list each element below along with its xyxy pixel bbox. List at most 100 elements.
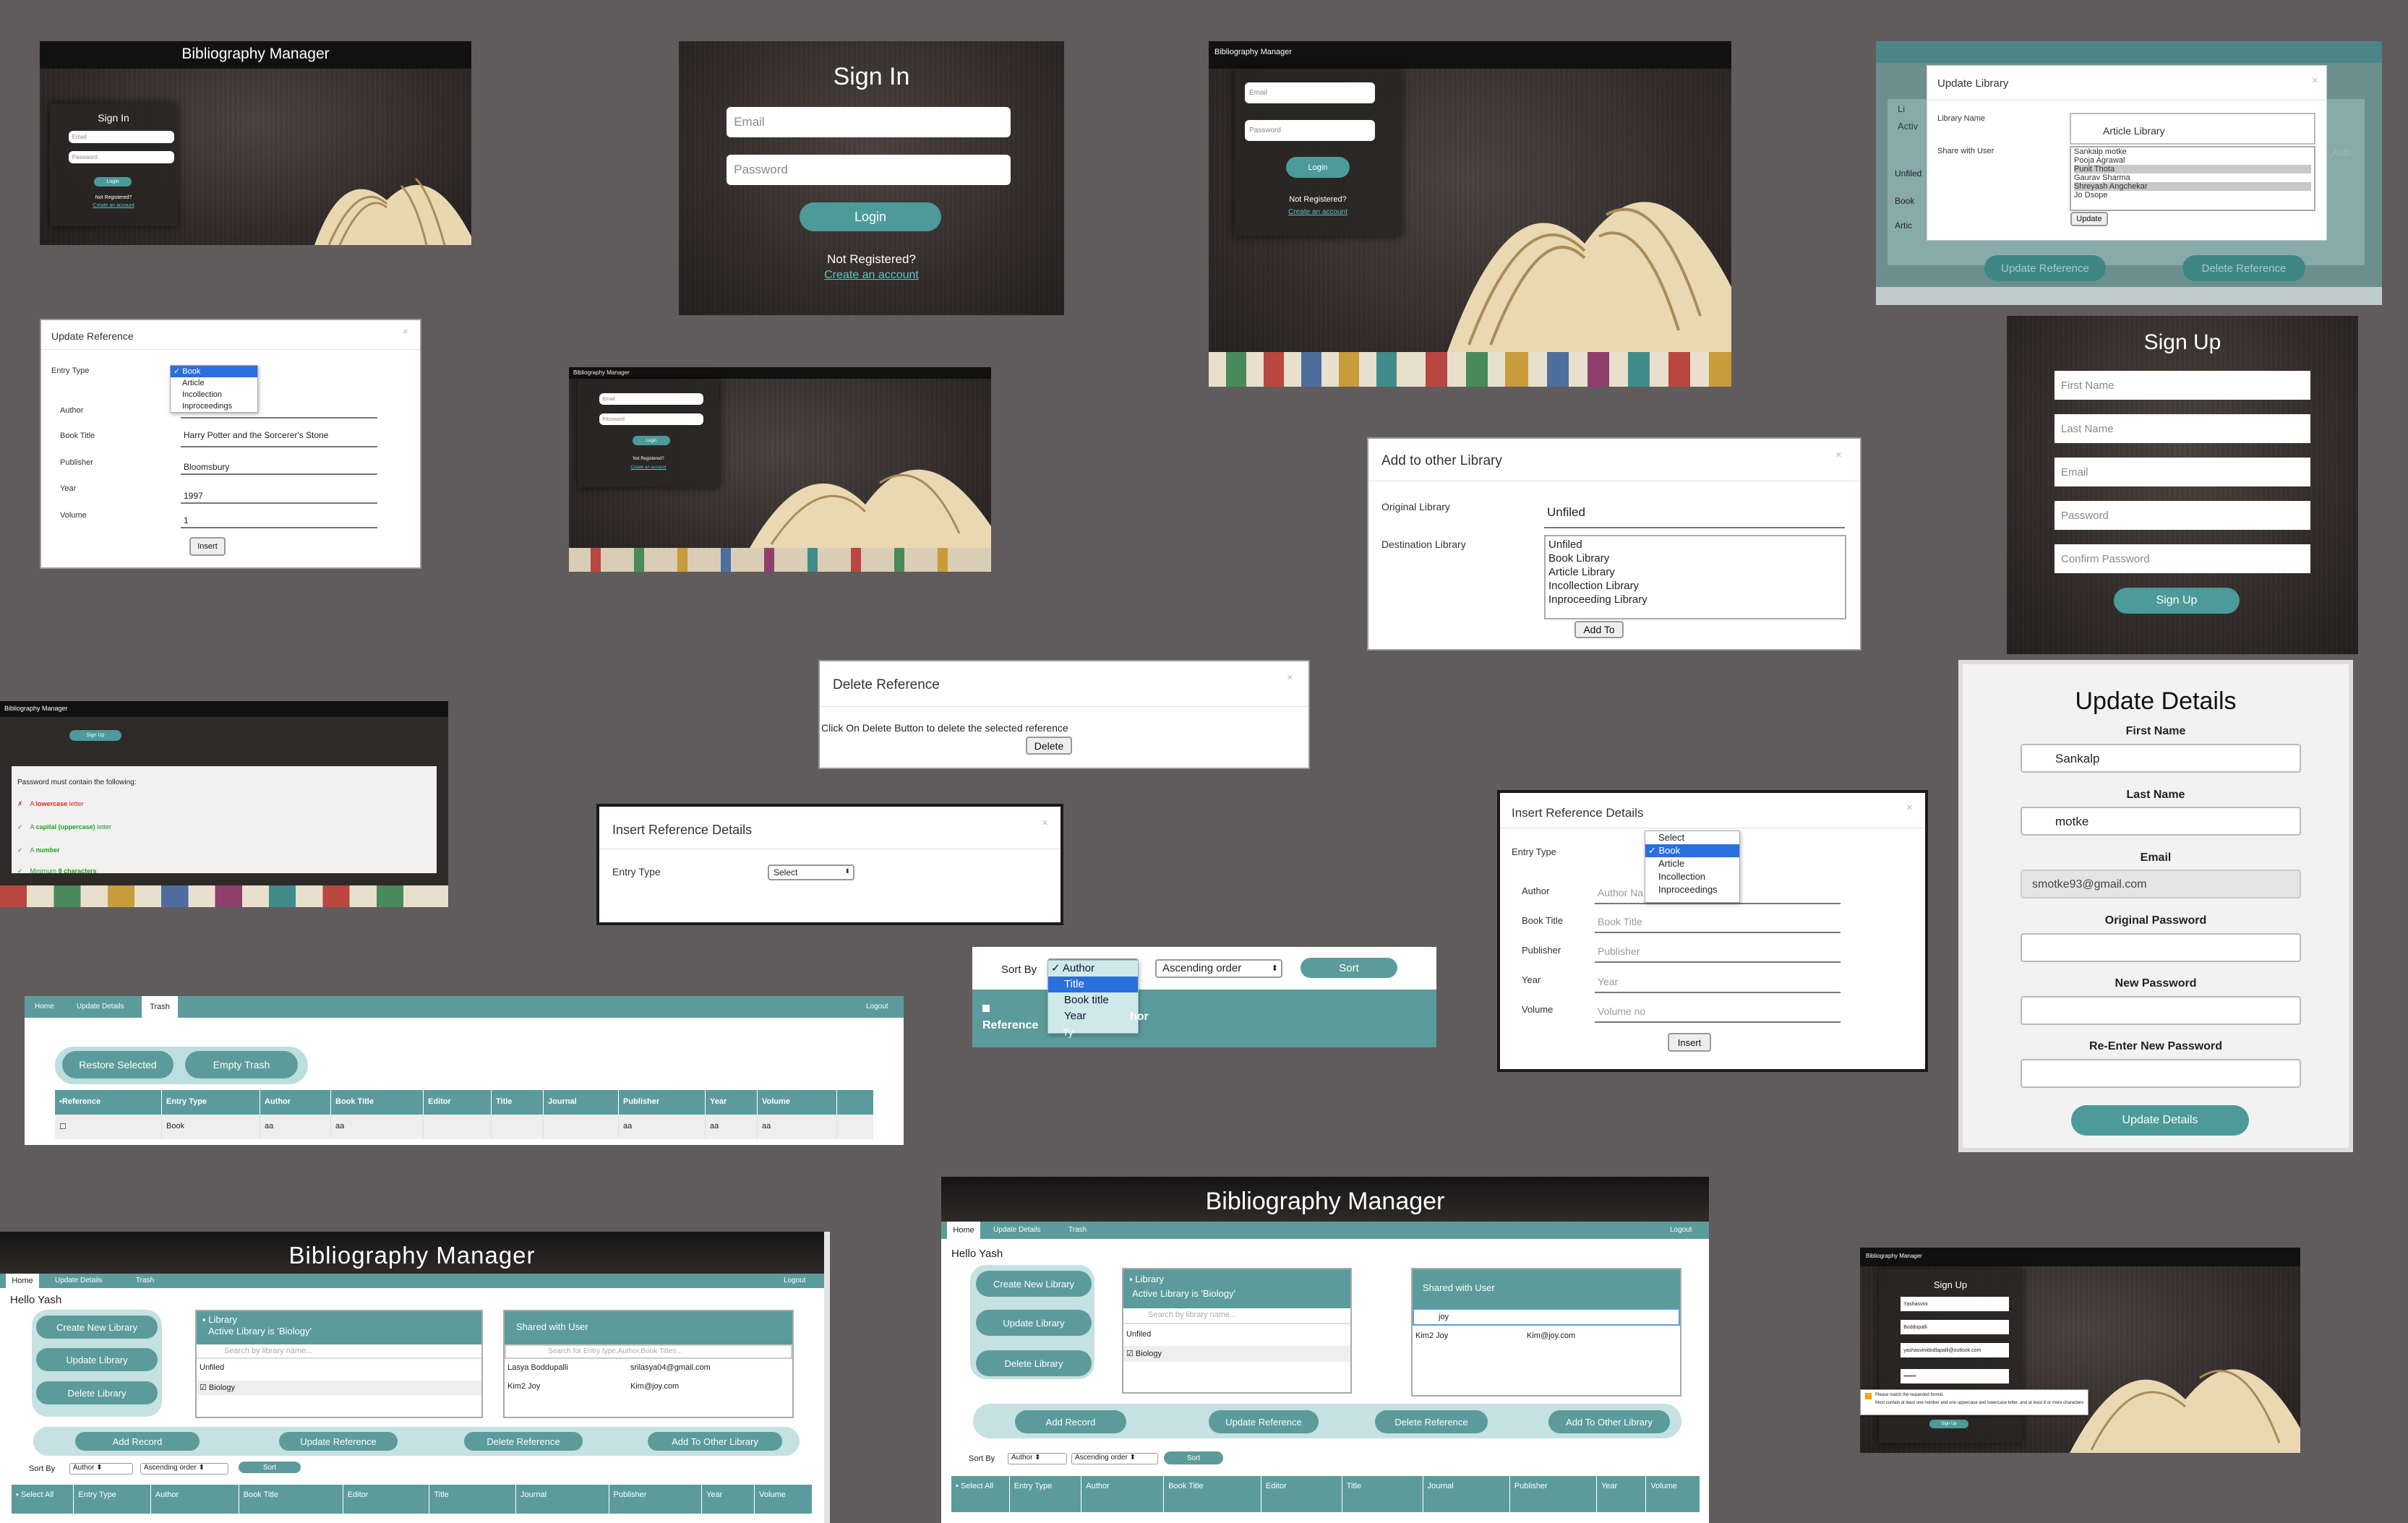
entry-option[interactable]: Inproceedings <box>1645 883 1739 896</box>
email-input[interactable]: Email <box>69 131 174 143</box>
volume-input[interactable]: Volume no <box>1595 998 1841 1023</box>
close-icon[interactable]: × <box>2312 74 2318 87</box>
library-option[interactable]: Incollection Library <box>1548 579 1842 593</box>
shared-search-input[interactable]: Search for Entry type,Author,Book Titles… <box>505 1344 792 1359</box>
book-title-input[interactable]: Harry Potter and the Sorcerer's Stone <box>181 429 377 447</box>
email-input[interactable]: yashasvinidodlapalli@outlook.com <box>1901 1343 2009 1357</box>
entry-option[interactable]: Article <box>171 377 257 389</box>
library-item[interactable]: ☑ Biology <box>1123 1346 1350 1362</box>
entry-option[interactable]: Select <box>1645 831 1739 844</box>
update-library-button[interactable]: Update Library <box>976 1310 1092 1336</box>
nav-home[interactable]: Home <box>6 1274 39 1288</box>
select-all-header[interactable]: ▪ Select All <box>951 1476 1010 1512</box>
close-icon[interactable]: × <box>403 326 408 337</box>
delete-library-button[interactable]: Delete Library <box>976 1350 1092 1376</box>
create-account-link[interactable]: Create an account <box>1235 208 1401 216</box>
add-to-button[interactable]: Add To <box>1574 621 1624 638</box>
nav-home[interactable]: Home <box>947 1222 980 1239</box>
user-option[interactable]: Sankalp motke <box>2074 147 2311 156</box>
library-search-input[interactable]: Search by library name... <box>197 1344 481 1359</box>
delete-library-button[interactable]: Delete Library <box>36 1381 158 1404</box>
entry-option[interactable]: ✓ Book <box>171 366 257 377</box>
update-reference-button[interactable]: Update Reference <box>1984 255 2106 281</box>
sort-order-select[interactable]: Ascending order ⬍ <box>1155 959 1282 978</box>
add-record-button[interactable]: Add Record <box>1015 1410 1126 1433</box>
sort-field-select[interactable]: Author ⬍ <box>69 1463 133 1475</box>
sort-field-select[interactable]: Author ⬍ <box>1008 1453 1067 1464</box>
update-reference-button[interactable]: Update Reference <box>1209 1410 1319 1433</box>
sort-order-select[interactable]: Ascending order ⬍ <box>1071 1453 1158 1464</box>
year-input[interactable]: 1997 <box>181 482 377 504</box>
password-input[interactable]: Password <box>1245 120 1375 141</box>
library-item[interactable]: Unfiled <box>1126 1330 1151 1339</box>
sort-button[interactable]: Sort <box>1164 1451 1223 1464</box>
create-library-button[interactable]: Create New Library <box>976 1271 1092 1297</box>
user-option[interactable]: Punit Thota <box>2074 165 2311 173</box>
restore-selected-button[interactable]: Restore Selected <box>62 1051 173 1078</box>
insert-button[interactable]: Insert <box>1668 1033 1711 1052</box>
login-button[interactable]: Login <box>1286 157 1350 178</box>
reenter-password-input[interactable] <box>2021 1059 2301 1088</box>
last-name-input[interactable]: Last Name <box>2054 414 2310 443</box>
share-user-listbox[interactable]: Sankalp motke Pooja Agrawal Punit Thota … <box>2070 146 2315 211</box>
select-checkbox[interactable] <box>982 1005 990 1012</box>
nav-update-details[interactable]: Update Details <box>55 1277 103 1284</box>
sort-order-select[interactable]: Ascending order ⬍ <box>140 1463 228 1475</box>
new-password-input[interactable] <box>2021 996 2301 1025</box>
close-icon[interactable]: × <box>1835 449 1842 461</box>
add-to-other-library-button[interactable]: Add To Other Library <box>1548 1410 1670 1433</box>
email-input[interactable]: Email <box>599 393 703 405</box>
library-option[interactable]: Inproceeding Library <box>1548 593 1842 606</box>
user-option[interactable]: Gaurav Sharma <box>2074 173 2311 182</box>
publisher-input[interactable]: Publisher <box>1595 938 1841 963</box>
close-icon[interactable]: × <box>1042 817 1048 829</box>
entry-type-dropdown[interactable]: Select ✓ Book Article Incollection Inpro… <box>1645 831 1740 903</box>
library-item[interactable]: ☑ Biology <box>197 1381 481 1395</box>
delete-reference-button[interactable]: Delete Reference <box>1375 1410 1488 1433</box>
sort-option[interactable]: ✓ Author <box>1048 961 1138 977</box>
nav-logout[interactable]: Logout <box>1670 1226 1692 1234</box>
destination-library-listbox[interactable]: Unfiled Book Library Article Library Inc… <box>1544 535 1846 619</box>
login-button[interactable]: Login <box>94 177 132 186</box>
first-name-input[interactable]: Sankalp <box>2021 744 2301 773</box>
nav-update-details[interactable]: Update Details <box>77 1003 124 1011</box>
sort-field-dropdown[interactable]: ✓ Author Title Book title Year <box>1047 960 1139 1034</box>
password-input[interactable]: ••••••• <box>1901 1369 2009 1383</box>
last-name-input[interactable]: motke <box>2021 807 2301 836</box>
add-to-other-library-button[interactable]: Add To Other Library <box>648 1432 782 1451</box>
year-input[interactable]: Year <box>1595 969 1841 993</box>
email-input[interactable]: Email <box>727 107 1011 137</box>
signup-button[interactable]: Sign Up <box>69 730 121 741</box>
password-input[interactable]: Password <box>69 151 174 163</box>
user-option[interactable]: Pooja Agrawal <box>2074 156 2311 165</box>
sort-option[interactable]: Year <box>1048 1008 1138 1024</box>
create-account-link[interactable]: Create an account <box>50 203 177 208</box>
create-library-button[interactable]: Create New Library <box>36 1316 158 1339</box>
entry-option[interactable]: Incollection <box>1645 870 1739 883</box>
entry-type-select[interactable]: Select ⬍ <box>768 865 854 880</box>
original-password-input[interactable] <box>2021 933 2301 962</box>
row-checkbox-cell[interactable]: ☐ <box>55 1115 162 1139</box>
library-option[interactable]: Unfiled <box>1548 538 1842 552</box>
first-name-input[interactable]: First Name <box>2054 371 2310 400</box>
password-input[interactable]: Password <box>599 413 703 425</box>
volume-input[interactable]: 1 <box>181 507 377 528</box>
user-option[interactable]: Jo Dsope <box>2074 191 2311 200</box>
nav-logout[interactable]: Logout <box>866 1003 888 1011</box>
nav-trash[interactable]: Trash <box>142 996 178 1018</box>
library-search-input[interactable]: Search by library name... <box>1123 1308 1350 1324</box>
email-input[interactable]: Email <box>1245 82 1375 103</box>
last-name-input[interactable]: Boddupalli <box>1901 1320 2009 1334</box>
password-input[interactable]: Password <box>2054 501 2310 530</box>
nav-trash[interactable]: Trash <box>136 1277 154 1284</box>
confirm-password-input[interactable]: Confirm Password <box>2054 544 2310 573</box>
first-name-input[interactable]: Yashasvini <box>1901 1297 2009 1311</box>
entry-option[interactable]: Incollection <box>171 389 257 400</box>
create-account-link[interactable]: Create an account <box>679 269 1064 282</box>
login-button[interactable]: Login <box>633 436 670 445</box>
update-button[interactable]: Update <box>2070 212 2108 226</box>
book-title-input[interactable]: Book Title <box>1595 909 1841 933</box>
entry-option[interactable]: Article <box>1645 857 1739 870</box>
select-all-header[interactable]: ▪ Select All <box>12 1485 74 1514</box>
sort-option[interactable]: Title <box>1048 977 1138 992</box>
